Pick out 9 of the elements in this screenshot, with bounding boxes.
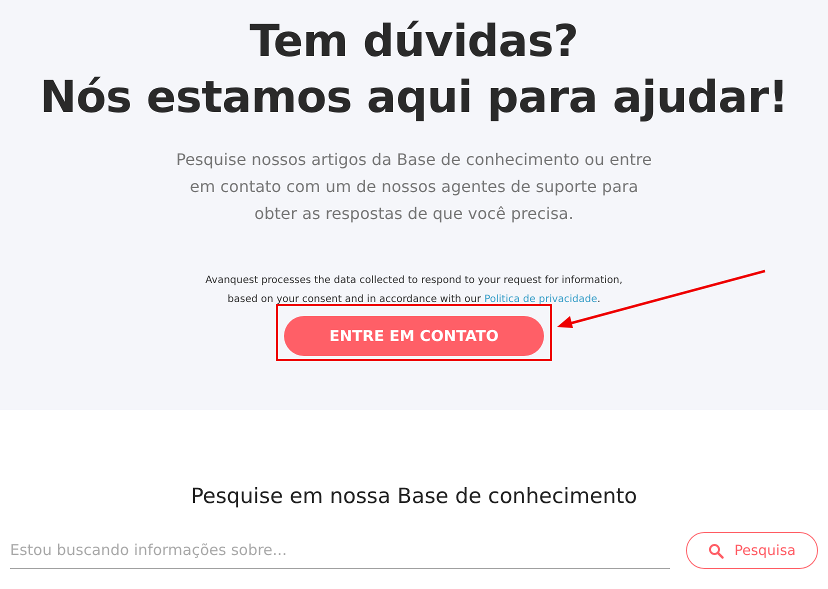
- consent-text: Avanquest processes the data collected to respond to your request for information, based on your consent and in accordance with our Politica de privacidade.: [205, 274, 623, 307]
- search-icon: [708, 542, 724, 558]
- contact-button[interactable]: ENTRE EM CONTATO: [284, 316, 544, 356]
- section-title: Pesquise em nossa Base de conhecimento: [190, 484, 638, 508]
- privacy-link[interactable]: Politica de privacidade: [484, 294, 598, 305]
- intro-text: Pesquise nossos artigos da Base de conhecimento ou entre em contato com um de nossos agentes de suporte para obter as respostas de que você precisa.: [176, 149, 652, 225]
- search-field[interactable]: Estou buscando informações sobre...: [10, 532, 670, 569]
- headline: Tem dúvidas? Nós estamos aqui para ajudar!: [40, 15, 788, 125]
- search-button[interactable]: Pesquisa: [686, 532, 818, 569]
